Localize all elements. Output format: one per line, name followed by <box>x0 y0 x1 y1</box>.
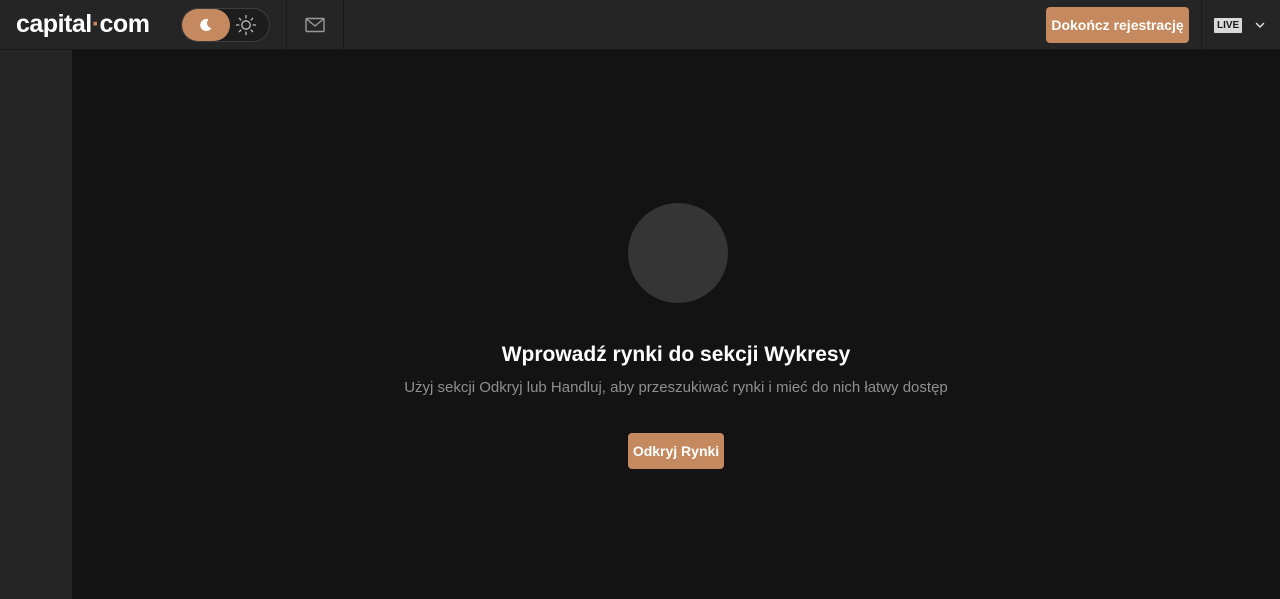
empty-state-subtitle: Użyj sekcji Odkryj lub Handluj, aby prze… <box>404 379 948 396</box>
left-sidebar <box>0 50 72 599</box>
divider <box>286 0 287 49</box>
top-bar: capital·com Dokończ rejestrację LIVE <box>0 0 1280 50</box>
account-mode-dropdown[interactable]: LIVE <box>1214 14 1274 36</box>
complete-registration-button[interactable]: Dokończ rejestrację <box>1046 7 1189 43</box>
logo-text-capital: capital <box>16 10 92 38</box>
empty-state-illustration <box>628 203 728 303</box>
theme-toggle[interactable] <box>181 8 270 42</box>
empty-state-title: Wprowadź rynki do sekcji Wykresy <box>501 343 851 366</box>
theme-toggle-knob-dark[interactable] <box>182 9 230 41</box>
moon-icon <box>200 19 212 32</box>
sun-icon[interactable] <box>235 14 257 36</box>
charts-main-area: Wprowadź rynki do sekcji Wykresy Użyj se… <box>72 50 1280 599</box>
divider <box>343 0 344 49</box>
divider <box>1201 0 1202 49</box>
live-badge: LIVE <box>1214 17 1243 33</box>
logo-dot: · <box>91 10 100 38</box>
envelope-icon[interactable] <box>304 14 326 36</box>
capital-com-logo[interactable]: capital·com <box>16 10 150 38</box>
logo-text-com: com <box>99 10 150 38</box>
discover-markets-button[interactable]: Odkryj Rynki <box>628 433 724 469</box>
chevron-down-icon <box>1255 22 1265 28</box>
